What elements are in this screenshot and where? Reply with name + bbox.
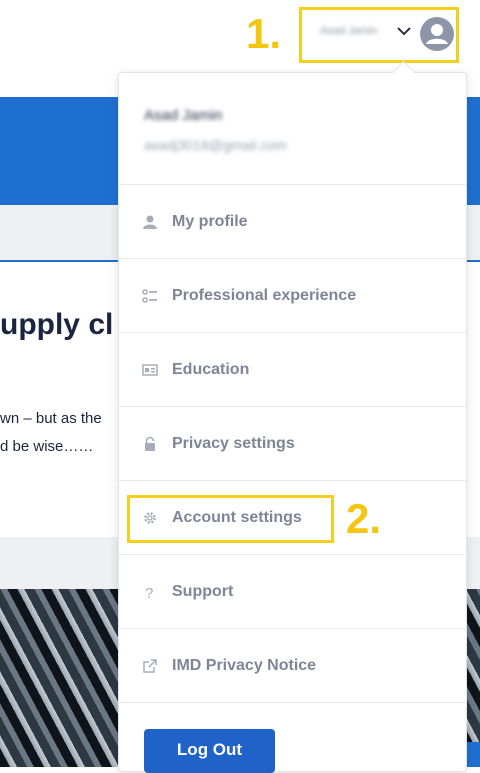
chevron-down-icon[interactable] [396, 25, 412, 37]
menu-item-support[interactable]: ? Support [130, 568, 450, 616]
menu-item-education[interactable]: Education [130, 346, 450, 394]
user-avatar-icon [426, 24, 448, 44]
dropdown-user-name: Asad Jamin [144, 107, 223, 124]
article-excerpt-line: d be wise…… [0, 438, 94, 455]
divider [118, 628, 467, 629]
dropdown-user-email: asadj3018@gmail.com [144, 137, 287, 153]
step-2-annotation: 2. [346, 495, 382, 542]
header-user-name: Asad Jamin [320, 25, 378, 37]
divider [118, 406, 467, 407]
list-icon [130, 286, 170, 306]
menu-item-privacy-settings[interactable]: Privacy settings [130, 420, 450, 468]
menu-item-label: Privacy settings [172, 435, 295, 452]
divider [118, 258, 467, 259]
menu-item-label: IMD Privacy Notice [172, 657, 317, 674]
divider [118, 332, 467, 333]
menu-item-label: My profile [172, 213, 248, 230]
step-1-annotation: 1. [246, 10, 282, 57]
account-settings-highlight [127, 495, 334, 543]
divider [118, 480, 467, 481]
id-card-icon [130, 360, 170, 380]
question-icon: ? [130, 582, 170, 602]
article-title[interactable]: upply cl [0, 308, 113, 342]
article-excerpt-line: wn – but as the [0, 410, 102, 427]
log-out-button[interactable]: Log Out [144, 729, 275, 773]
external-link-icon [130, 656, 170, 676]
divider [118, 184, 467, 185]
menu-item-label: Professional experience [172, 287, 357, 304]
avatar[interactable] [420, 17, 454, 51]
menu-item-professional-experience[interactable]: Professional experience [130, 272, 450, 320]
divider [118, 702, 467, 703]
menu-item-label: Support [172, 583, 234, 600]
lock-icon [130, 434, 170, 454]
person-icon [130, 212, 170, 232]
menu-item-imd-privacy-notice[interactable]: IMD Privacy Notice [130, 642, 450, 690]
menu-item-label: Education [172, 361, 250, 378]
divider [118, 554, 467, 555]
background-button-edge [465, 742, 480, 767]
svg-text:?: ? [145, 585, 153, 600]
menu-item-my-profile[interactable]: My profile [130, 198, 450, 246]
